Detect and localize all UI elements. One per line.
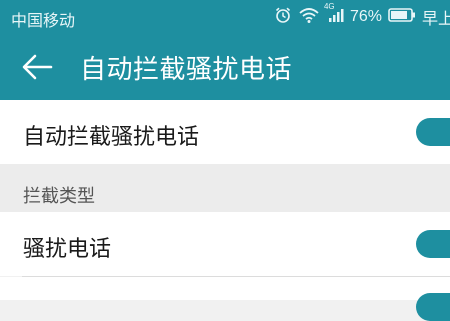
auto-block-toggle[interactable]	[416, 118, 450, 146]
harassment-calls-label: 骚扰电话	[23, 237, 112, 262]
clock-time: 早上	[421, 9, 450, 28]
cell-signal-icon: 4G	[324, 2, 344, 29]
network-type-tag: 4G	[323, 1, 335, 11]
app-bar: 自动拦截骚扰电话	[0, 34, 450, 100]
alarm-icon	[274, 6, 292, 29]
page-title: 自动拦截骚扰电话	[80, 55, 293, 85]
section-title: 拦截类型	[23, 186, 95, 207]
battery-icon	[388, 7, 416, 28]
status-bar: 中国移动 4G 76% 早上	[0, 0, 450, 34]
battery-percent: 76%	[349, 8, 382, 25]
status-icons: 4G 76% 早上	[274, 2, 450, 29]
arrow-left-icon	[20, 54, 54, 86]
next-row-toggle[interactable]	[416, 293, 450, 321]
auto-block-row[interactable]: 自动拦截骚扰电话	[0, 100, 450, 164]
harassment-calls-row[interactable]: 骚扰电话	[0, 212, 450, 276]
harassment-calls-toggle[interactable]	[416, 230, 450, 258]
section-header: 拦截类型	[0, 164, 450, 212]
next-row-partial[interactable]	[0, 277, 450, 321]
wifi-icon	[298, 6, 320, 29]
auto-block-label: 自动拦截骚扰电话	[23, 125, 200, 150]
carrier-name: 中国移动	[11, 11, 76, 30]
back-button[interactable]	[20, 52, 54, 82]
